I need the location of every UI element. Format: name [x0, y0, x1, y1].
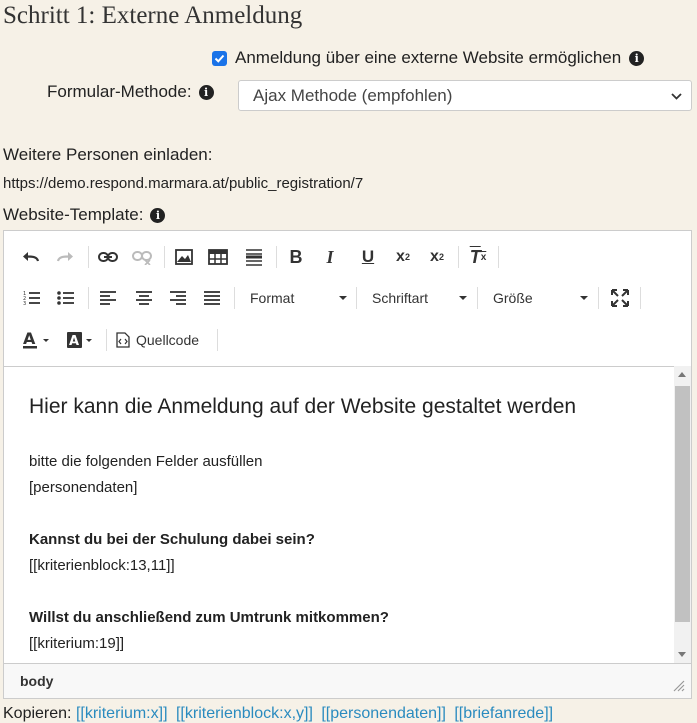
source-button-label: Quellcode: [136, 332, 200, 348]
editor-status-bar: body: [4, 663, 691, 698]
copy-label: Kopieren:: [3, 705, 72, 722]
table-icon[interactable]: [206, 246, 230, 268]
format-dropdown[interactable]: Format: [250, 287, 347, 309]
background-color-icon[interactable]: A: [64, 329, 96, 351]
bold-icon[interactable]: B: [284, 246, 308, 268]
toolbar-separator: [498, 246, 499, 268]
size-dropdown-label: Größe: [493, 290, 533, 306]
template-label: Website-Template:: [3, 205, 144, 224]
content-line: bitte die folgenden Felder ausfüllen: [29, 453, 263, 470]
toolbar-separator: [356, 287, 357, 309]
font-dropdown[interactable]: Schriftart: [372, 287, 467, 309]
superscript-icon[interactable]: x2: [424, 246, 450, 268]
caret-down-icon: [580, 296, 588, 300]
content-heading: Hier kann die Anmeldung auf der Website …: [29, 395, 577, 418]
page-title: Schritt 1: Externe Anmeldung: [3, 2, 303, 29]
link-icon[interactable]: [96, 246, 120, 268]
method-label-row: Formular-Methode: i: [47, 82, 214, 102]
align-left-icon[interactable]: [96, 287, 120, 309]
invite-url[interactable]: https://demo.respond.marmara.at/public_r…: [3, 175, 363, 192]
content-question: Willst du anschließend zum Umtrunk mitko…: [29, 609, 389, 626]
toolbar-separator: [640, 287, 641, 309]
remove-format-icon[interactable]: Tx: [466, 246, 490, 268]
toolbar-separator: [458, 246, 459, 268]
toolbar-separator: [217, 329, 218, 351]
toolbar-separator: [88, 287, 89, 309]
toolbar-separator: [477, 287, 478, 309]
caret-down-icon: [339, 296, 347, 300]
content-placeholder: [[kriterium:19]]: [29, 635, 125, 652]
copy-link-personendaten[interactable]: [[personendaten]]: [321, 705, 446, 722]
copy-link-kriterium[interactable]: [[kriterium:x]]: [76, 705, 168, 722]
italic-icon[interactable]: I: [318, 246, 342, 268]
info-icon[interactable]: i: [198, 84, 214, 100]
image-icon[interactable]: [172, 246, 196, 268]
scrollbar-thumb[interactable]: [675, 386, 690, 622]
undo-icon[interactable]: [20, 246, 42, 268]
underline-icon[interactable]: U: [356, 246, 380, 268]
content-placeholder: [[kriterienblock:13,11]]: [29, 557, 175, 574]
scroll-down-icon[interactable]: [678, 652, 686, 657]
external-registration-label[interactable]: Anmeldung über eine externe Website ermö…: [235, 48, 621, 68]
font-dropdown-label: Schriftart: [372, 290, 429, 306]
align-center-icon[interactable]: [132, 287, 156, 309]
scroll-up-icon[interactable]: [678, 372, 686, 377]
align-justify-icon[interactable]: [200, 287, 224, 309]
redo-icon[interactable]: [54, 246, 76, 268]
toolbar-separator: [276, 246, 277, 268]
align-right-icon[interactable]: [166, 287, 190, 309]
toolbar-separator: [598, 287, 599, 309]
toolbar-separator: [106, 329, 107, 351]
chevron-down-icon: [671, 93, 682, 100]
size-dropdown[interactable]: Größe: [493, 287, 588, 309]
text-color-icon[interactable]: A: [20, 329, 52, 351]
subscript-icon[interactable]: x2: [390, 246, 416, 268]
external-registration-row: Anmeldung über eine externe Website ermö…: [212, 48, 645, 68]
copy-link-kriterienblock[interactable]: [[kriterienblock:x,y]]: [176, 705, 313, 722]
rich-text-editor: B I U x2 x2 Tx 123 Format Schriftart Grö…: [3, 230, 692, 699]
content-question: Kannst du bei der Schulung dabei sein?: [29, 531, 315, 548]
element-path[interactable]: body: [20, 673, 53, 689]
unlink-icon[interactable]: [130, 246, 154, 268]
method-select[interactable]: Ajax Methode (empfohlen): [238, 80, 692, 111]
editor-toolbar: B I U x2 x2 Tx 123 Format Schriftart Grö…: [4, 231, 691, 366]
format-dropdown-label: Format: [250, 290, 295, 306]
info-icon[interactable]: i: [150, 207, 166, 223]
source-icon: [116, 332, 130, 348]
maximize-icon[interactable]: [608, 287, 632, 309]
content-placeholder: [personendaten]: [29, 479, 138, 496]
svg-text:A: A: [69, 334, 79, 349]
method-label: Formular-Methode:: [47, 82, 192, 101]
external-registration-checkbox[interactable]: [212, 50, 227, 66]
bulleted-list-icon[interactable]: [54, 287, 78, 309]
checkmark-icon: [214, 54, 225, 63]
svg-text:A: A: [23, 330, 36, 348]
copy-link-briefanrede[interactable]: [[briefanrede]]: [454, 705, 553, 722]
svg-text:3: 3: [23, 301, 26, 306]
toolbar-separator: [234, 287, 235, 309]
method-select-value: Ajax Methode (empfohlen): [253, 86, 453, 105]
horizontal-rule-icon[interactable]: [242, 246, 266, 268]
resize-handle-icon[interactable]: [673, 680, 685, 692]
source-button[interactable]: Quellcode: [116, 329, 212, 351]
info-icon[interactable]: i: [629, 50, 645, 66]
invite-label: Weitere Personen einladen:: [3, 145, 213, 164]
caret-down-icon: [459, 296, 467, 300]
toolbar-separator: [164, 246, 165, 268]
copy-row: Kopieren: [[kriterium:x]] [[kriterienblo…: [3, 705, 557, 723]
numbered-list-icon[interactable]: 123: [20, 287, 44, 309]
editor-scrollbar[interactable]: [674, 366, 691, 663]
editor-content-area[interactable]: Hier kann die Anmeldung auf der Website …: [4, 366, 674, 663]
toolbar-separator: [88, 246, 89, 268]
template-label-row: Website-Template: i: [3, 205, 166, 225]
